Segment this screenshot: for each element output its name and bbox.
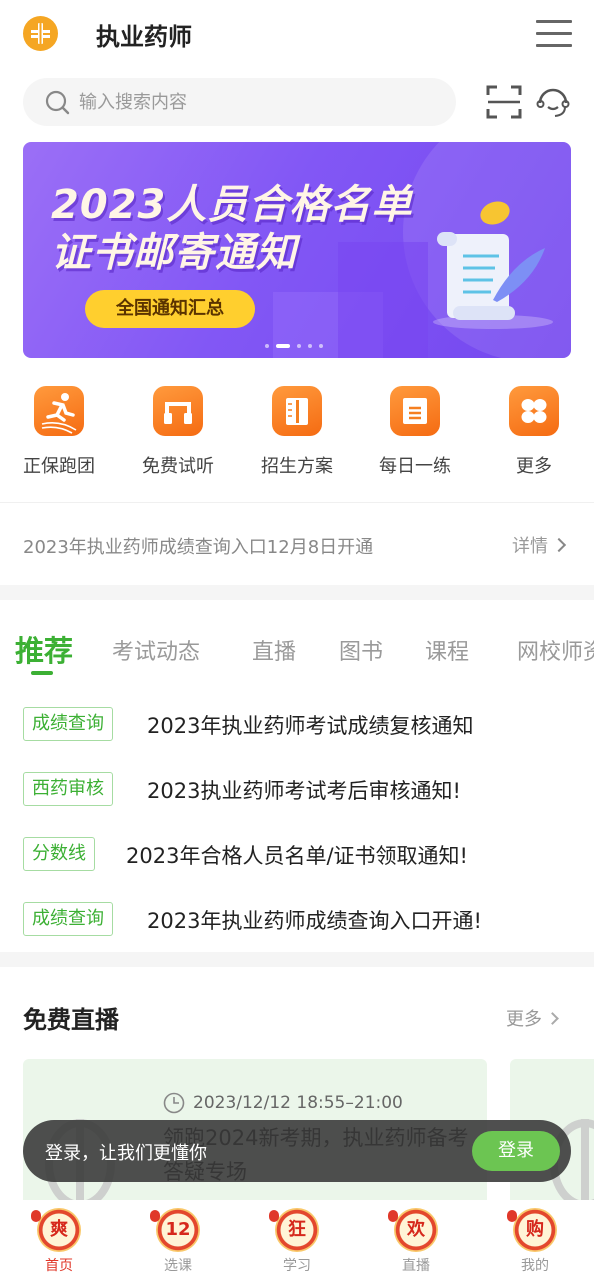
banner-subheadline: 证书邮寄通知	[51, 230, 297, 276]
news-tag: 分数线	[23, 837, 95, 871]
tab-recommended[interactable]: 推荐	[15, 628, 73, 670]
search-input[interactable]	[79, 78, 439, 126]
tab-exam-news[interactable]: 考试动态	[112, 634, 200, 666]
festive-badge-icon: 狂	[269, 1208, 319, 1252]
app-logo-icon	[23, 16, 58, 51]
quick-link-label: 正保跑团	[23, 456, 95, 477]
app-header: 执业药师	[0, 0, 594, 70]
festive-badge-icon: 爽	[31, 1208, 81, 1252]
quick-link-label: 更多	[516, 456, 552, 477]
search-icon	[45, 90, 70, 115]
notice-details-link[interactable]: 详情	[512, 532, 567, 558]
quick-link-label: 免费试听	[142, 456, 214, 477]
more-label: 更多	[506, 1009, 542, 1030]
nav-study[interactable]: 狂 学习	[238, 1208, 356, 1275]
notice-bar[interactable]: 2023年执业药师成绩查询入口12月8日开通 详情	[0, 504, 594, 584]
tab-books[interactable]: 图书	[339, 634, 383, 666]
news-title[interactable]: 2023执业药师考试考后审核通知!	[147, 775, 461, 805]
live-time: 2023/12/12 18:55–21:00	[193, 1093, 403, 1113]
pagination-dot[interactable]	[308, 344, 312, 348]
chevron-right-icon	[551, 537, 567, 553]
chevron-right-icon	[546, 1012, 559, 1025]
book-icon	[272, 386, 322, 436]
news-tag: 成绩查询	[23, 902, 113, 936]
notice-text[interactable]: 2023年执业药师成绩查询入口12月8日开通	[23, 533, 373, 559]
nav-label: 选课	[164, 1258, 192, 1274]
nav-home[interactable]: 爽 首页	[0, 1208, 118, 1275]
quick-link-free-trial[interactable]: 免费试听	[128, 386, 228, 478]
notepad-icon	[390, 386, 440, 436]
news-item[interactable]: 成绩查询 2023年执业药师考试成绩复核通知	[0, 700, 594, 741]
pagination-dot[interactable]	[297, 344, 301, 348]
search-bar[interactable]	[23, 78, 456, 126]
news-item[interactable]: 成绩查询 2023年执业药师成绩查询入口开通!	[0, 895, 594, 936]
grid-more-icon	[509, 386, 559, 436]
headphones-icon	[153, 386, 203, 436]
pagination-dot-active[interactable]	[276, 344, 290, 348]
banner-cta-button[interactable]: 全国通知汇总	[85, 290, 255, 328]
quick-link-more[interactable]: 更多	[484, 386, 584, 478]
bottom-nav: 爽 首页 12 选课 狂 学习 欢 直播 购 我的	[0, 1200, 594, 1280]
tab-teachers[interactable]: 网校师资	[517, 634, 594, 666]
quick-link-daily-practice[interactable]: 每日一练	[365, 386, 465, 478]
divider	[0, 502, 594, 503]
badge-char: 欢	[407, 1219, 425, 1240]
login-button[interactable]: 登录	[472, 1131, 560, 1171]
hamburger-menu-icon[interactable]	[536, 20, 572, 48]
festive-badge-icon: 购	[507, 1208, 557, 1252]
quick-link-label: 招生方案	[261, 456, 333, 477]
news-tag: 西药审核	[23, 772, 113, 806]
quick-link-label: 每日一练	[379, 456, 451, 477]
quick-links: 正保跑团 免费试听 招生方案 每日一练 更多	[0, 386, 594, 486]
quick-link-enrollment-plan[interactable]: 招生方案	[247, 386, 347, 478]
quick-link-running-club[interactable]: 正保跑团	[9, 386, 109, 478]
news-title[interactable]: 2023年执业药师考试成绩复核通知	[147, 710, 473, 740]
scan-icon[interactable]	[486, 84, 522, 120]
free-live-more-link[interactable]: 更多	[506, 1005, 559, 1031]
category-tabs: 推荐 考试动态 直播 图书 课程 网校师资	[0, 628, 594, 678]
badge-char: 狂	[288, 1219, 306, 1240]
tab-courses[interactable]: 课程	[425, 634, 469, 666]
section-separator	[0, 952, 594, 967]
app-title: 执业药师	[96, 23, 192, 51]
festive-badge-icon: 欢	[388, 1208, 438, 1252]
clock-icon	[163, 1092, 185, 1114]
banner-decoration	[338, 242, 428, 358]
nav-mine[interactable]: 购 我的	[476, 1208, 594, 1275]
customer-service-icon[interactable]	[535, 84, 571, 120]
nav-label: 首页	[45, 1258, 73, 1274]
tab-live[interactable]: 直播	[252, 634, 296, 666]
pagination-dot[interactable]	[265, 344, 269, 348]
free-live-title: 免费直播	[23, 1006, 119, 1034]
badge-char: 购	[526, 1219, 544, 1240]
section-separator	[0, 585, 594, 600]
nav-label: 学习	[283, 1258, 311, 1274]
notice-details-label: 详情	[512, 536, 548, 557]
nav-label: 直播	[402, 1258, 430, 1274]
runner-icon	[34, 386, 84, 436]
news-item[interactable]: 西药审核 2023执业药师考试考后审核通知!	[0, 765, 594, 806]
news-item[interactable]: 分数线 2023年合格人员名单/证书领取通知!	[0, 830, 594, 871]
login-prompt-toast: 登录，让我们更懂你 登录	[23, 1120, 571, 1182]
certificate-scroll-icon	[433, 232, 553, 329]
active-tab-indicator	[31, 671, 53, 675]
badge-char: 12	[165, 1219, 191, 1240]
nav-courses[interactable]: 12 选课	[119, 1208, 237, 1275]
badge-char: 爽	[50, 1219, 68, 1240]
pagination-dot[interactable]	[319, 344, 323, 348]
login-prompt-text: 登录，让我们更懂你	[45, 1143, 207, 1164]
nav-label: 我的	[521, 1258, 549, 1274]
promo-banner[interactable]: 2023人员合格名单 证书邮寄通知 全国通知汇总	[23, 142, 571, 358]
news-title[interactable]: 2023年合格人员名单/证书领取通知!	[126, 840, 468, 870]
banner-pagination	[265, 344, 323, 348]
news-title[interactable]: 2023年执业药师成绩查询入口开通!	[147, 905, 482, 935]
nav-live[interactable]: 欢 直播	[357, 1208, 475, 1275]
festive-badge-icon: 12	[150, 1208, 200, 1252]
news-tag: 成绩查询	[23, 707, 113, 741]
